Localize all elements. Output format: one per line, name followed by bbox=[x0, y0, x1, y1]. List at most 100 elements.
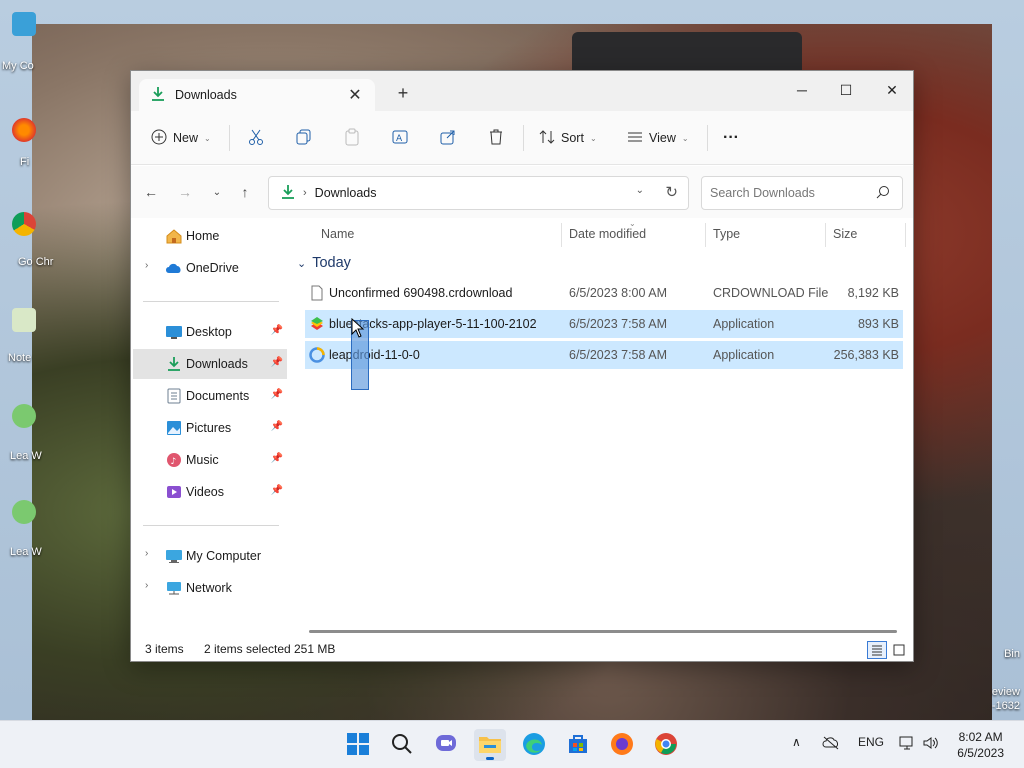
search-box[interactable]: Search Downloads bbox=[701, 176, 903, 210]
column-divider[interactable] bbox=[825, 223, 826, 247]
sidebar-item-label: Pictures bbox=[186, 421, 232, 435]
sidebar-item-documents[interactable]: Documents 📌 bbox=[133, 381, 287, 411]
new-tab-button[interactable]: + bbox=[391, 83, 415, 104]
start-button[interactable] bbox=[342, 729, 374, 761]
copy-button[interactable] bbox=[295, 124, 313, 152]
file-explorer-taskbar-button[interactable] bbox=[474, 729, 506, 761]
sidebar-item-label: Videos bbox=[186, 485, 224, 499]
search-icon[interactable] bbox=[876, 185, 890, 202]
sidebar-item-videos[interactable]: Videos 📌 bbox=[133, 477, 287, 507]
file-row[interactable]: bluestacks-app-player-5-11-100-2102 6/5/… bbox=[305, 310, 903, 338]
group-header-today[interactable]: ⌄ Today bbox=[297, 255, 351, 271]
pin-icon[interactable]: 📌 bbox=[271, 357, 283, 368]
chrome-taskbar-button[interactable] bbox=[650, 729, 682, 761]
sidebar-item-onedrive[interactable]: › OneDrive bbox=[133, 253, 287, 283]
chrome-desktop-icon[interactable] bbox=[12, 212, 36, 236]
tab-close-icon[interactable]: ✕ bbox=[345, 85, 365, 105]
close-button[interactable]: ✕ bbox=[869, 75, 915, 105]
leapdroid-desktop-icon[interactable] bbox=[12, 500, 36, 524]
edge-icon bbox=[522, 732, 546, 759]
leapdroid-desktop-icon[interactable] bbox=[12, 404, 36, 428]
edge-taskbar-button[interactable] bbox=[518, 729, 550, 761]
up-arrow-icon[interactable]: ↑ bbox=[233, 180, 257, 204]
column-divider[interactable] bbox=[561, 223, 562, 247]
back-arrow-icon[interactable]: ← bbox=[139, 180, 163, 204]
new-button[interactable]: New ⌄ bbox=[151, 124, 211, 152]
chevron-right-icon[interactable]: › bbox=[145, 260, 148, 271]
chat-taskbar-button[interactable] bbox=[430, 729, 462, 761]
refresh-icon[interactable]: ↻ bbox=[665, 183, 678, 201]
column-header-name[interactable]: Name bbox=[321, 227, 354, 241]
clock-time: 8:02 AM bbox=[958, 730, 1003, 744]
file-row[interactable]: Unconfirmed 690498.crdownload 6/5/2023 8… bbox=[305, 279, 903, 307]
view-label: View bbox=[649, 131, 676, 145]
firefox-taskbar-button[interactable] bbox=[606, 729, 638, 761]
view-button[interactable]: View ⌄ bbox=[627, 124, 689, 152]
chrome-icon bbox=[654, 732, 678, 759]
cut-button[interactable] bbox=[247, 124, 265, 152]
system-clock[interactable]: 8:02 AM 6/5/2023 bbox=[957, 729, 1004, 761]
firefox-desktop-icon[interactable] bbox=[12, 118, 36, 142]
file-row[interactable]: leapdroid-11-0-0 6/5/2023 7:58 AM Applic… bbox=[305, 341, 903, 369]
address-dropdown-chevron-icon[interactable]: ⌄ bbox=[636, 185, 644, 196]
column-header-date[interactable]: Date modified bbox=[569, 227, 646, 241]
running-indicator bbox=[486, 757, 494, 760]
sort-button[interactable]: Sort ⌄ bbox=[539, 124, 597, 152]
navigation-pane: Home › OneDrive Desktop 📌 Downloads 📌 Do… bbox=[131, 219, 287, 633]
chevron-right-icon[interactable]: › bbox=[145, 580, 148, 591]
file-list: Name Date modified ⌄ Type Size ⌄ Today U… bbox=[291, 219, 913, 633]
large-icons-view-icon[interactable] bbox=[889, 641, 909, 659]
chevron-right-icon[interactable]: › bbox=[145, 548, 148, 559]
search-taskbar-button[interactable] bbox=[386, 729, 418, 761]
network-disconnected-icon[interactable] bbox=[822, 735, 840, 751]
delete-button[interactable] bbox=[487, 124, 505, 152]
sidebar-item-music[interactable]: ♪ Music 📌 bbox=[133, 445, 287, 475]
column-divider[interactable] bbox=[905, 223, 906, 247]
monitor-icon[interactable] bbox=[898, 735, 916, 751]
sidebar-item-home[interactable]: Home bbox=[133, 221, 287, 251]
more-options-button[interactable]: ··· bbox=[723, 124, 739, 152]
column-divider[interactable] bbox=[705, 223, 706, 247]
column-header-type[interactable]: Type bbox=[713, 227, 740, 241]
breadcrumb-downloads[interactable]: Downloads bbox=[315, 186, 377, 200]
paste-button[interactable] bbox=[343, 124, 361, 152]
input-language-indicator[interactable]: ENG bbox=[858, 735, 884, 749]
sidebar-item-downloads[interactable]: Downloads 📌 bbox=[133, 349, 287, 379]
tab-downloads[interactable]: Downloads ✕ bbox=[139, 79, 375, 111]
forward-arrow-icon[interactable]: → bbox=[173, 180, 197, 204]
pin-icon[interactable]: 📌 bbox=[271, 325, 283, 336]
sidebar-item-pictures[interactable]: Pictures 📌 bbox=[133, 413, 287, 443]
column-header-size[interactable]: Size bbox=[833, 227, 857, 241]
search-placeholder: Search Downloads bbox=[710, 186, 815, 200]
volume-icon[interactable] bbox=[922, 735, 940, 751]
pin-icon[interactable]: 📌 bbox=[271, 421, 283, 432]
chevron-down-icon: ⌄ bbox=[297, 257, 307, 270]
store-taskbar-button[interactable] bbox=[562, 729, 594, 761]
pin-icon[interactable]: 📌 bbox=[271, 485, 283, 496]
sidebar-item-my-computer[interactable]: › My Computer bbox=[133, 541, 287, 571]
file-date: 6/5/2023 7:58 AM bbox=[569, 317, 667, 331]
items-count: 3 items bbox=[145, 642, 184, 656]
address-field[interactable]: › Downloads ⌄ ↻ bbox=[268, 176, 689, 210]
pin-icon[interactable]: 📌 bbox=[271, 389, 283, 400]
file-name: leapdroid-11-0-0 bbox=[329, 348, 420, 362]
details-view-icon[interactable] bbox=[867, 641, 887, 659]
share-button[interactable] bbox=[439, 124, 457, 152]
rename-button[interactable]: A bbox=[391, 124, 409, 152]
file-explorer-window: Downloads ✕ + ─ ☐ ✕ New ⌄ A Sort ⌄ View … bbox=[130, 70, 914, 662]
show-hidden-icons-chevron-icon[interactable]: ∧ bbox=[792, 735, 801, 749]
file-name: Unconfirmed 690498.crdownload bbox=[329, 286, 513, 300]
my-computer-desktop-icon[interactable] bbox=[12, 12, 36, 36]
maximize-button[interactable]: ☐ bbox=[823, 75, 869, 105]
horizontal-scrollbar[interactable] bbox=[309, 630, 897, 633]
sidebar-item-network[interactable]: › Network bbox=[133, 573, 287, 603]
notepad-desktop-icon[interactable] bbox=[12, 308, 36, 332]
desktop-icon-label: Lea W bbox=[10, 546, 42, 558]
pin-icon[interactable]: 📌 bbox=[271, 453, 283, 464]
recent-locations-chevron-icon[interactable]: ⌄ bbox=[205, 180, 229, 204]
chevron-down-icon: ⌄ bbox=[589, 133, 597, 143]
view-list-icon bbox=[627, 129, 643, 148]
minimize-button[interactable]: ─ bbox=[779, 75, 825, 105]
download-icon bbox=[165, 356, 183, 372]
sidebar-item-desktop[interactable]: Desktop 📌 bbox=[133, 317, 287, 347]
